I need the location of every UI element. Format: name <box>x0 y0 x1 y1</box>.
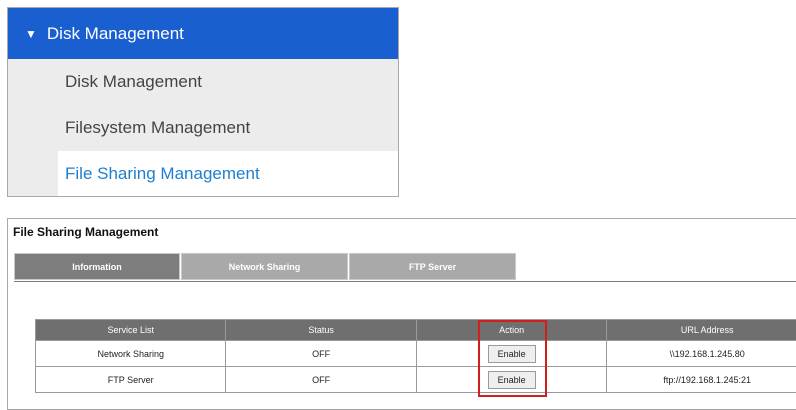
action-cell: Enable <box>416 367 607 393</box>
enable-network-sharing-button[interactable]: Enable <box>488 345 536 363</box>
sidebar-item-disk-management[interactable]: Disk Management <box>8 59 398 105</box>
url-address: ftp://192.168.1.245:21 <box>607 367 796 393</box>
file-sharing-panel: File Sharing Management Information Netw… <box>7 218 796 410</box>
service-status: OFF <box>226 367 416 393</box>
service-table: Service List Status Action URL Address N… <box>35 319 796 393</box>
column-header-url-address: URL Address <box>607 320 796 341</box>
table-header-row: Service List Status Action URL Address <box>36 320 796 341</box>
sidebar-header-disk-management[interactable]: ▼ Disk Management <box>8 8 398 59</box>
tab-ftp-server[interactable]: FTP Server <box>349 253 516 280</box>
service-status: OFF <box>226 341 416 367</box>
url-address: \\192.168.1.245.80 <box>607 341 796 367</box>
sidebar-item-label: File Sharing Management <box>65 164 260 184</box>
triangle-down-icon: ▼ <box>25 27 37 41</box>
sidebar-item-label: Disk Management <box>65 72 202 92</box>
service-name: Network Sharing <box>36 341 226 367</box>
sidebar-item-label: Filesystem Management <box>65 118 250 138</box>
table-row: FTP Server OFF Enable ftp://192.168.1.24… <box>36 367 796 393</box>
tab-network-sharing[interactable]: Network Sharing <box>181 253 348 280</box>
sidebar-item-filesystem-management[interactable]: Filesystem Management <box>8 105 398 151</box>
sidebar-menu: ▼ Disk Management Disk Management Filesy… <box>7 7 399 197</box>
sidebar-header-label: Disk Management <box>47 24 184 44</box>
column-header-action: Action <box>416 320 607 341</box>
tab-information[interactable]: Information <box>14 253 180 280</box>
enable-ftp-server-button[interactable]: Enable <box>488 371 536 389</box>
service-name: FTP Server <box>36 367 226 393</box>
tab-bar: Information Network Sharing FTP Server <box>14 253 796 282</box>
column-header-status: Status <box>226 320 416 341</box>
sidebar-item-file-sharing-management[interactable]: File Sharing Management <box>58 151 398 197</box>
action-cell: Enable <box>416 341 607 367</box>
table-row: Network Sharing OFF Enable \\192.168.1.2… <box>36 341 796 367</box>
page-title: File Sharing Management <box>13 225 158 239</box>
column-header-service-list: Service List <box>36 320 226 341</box>
